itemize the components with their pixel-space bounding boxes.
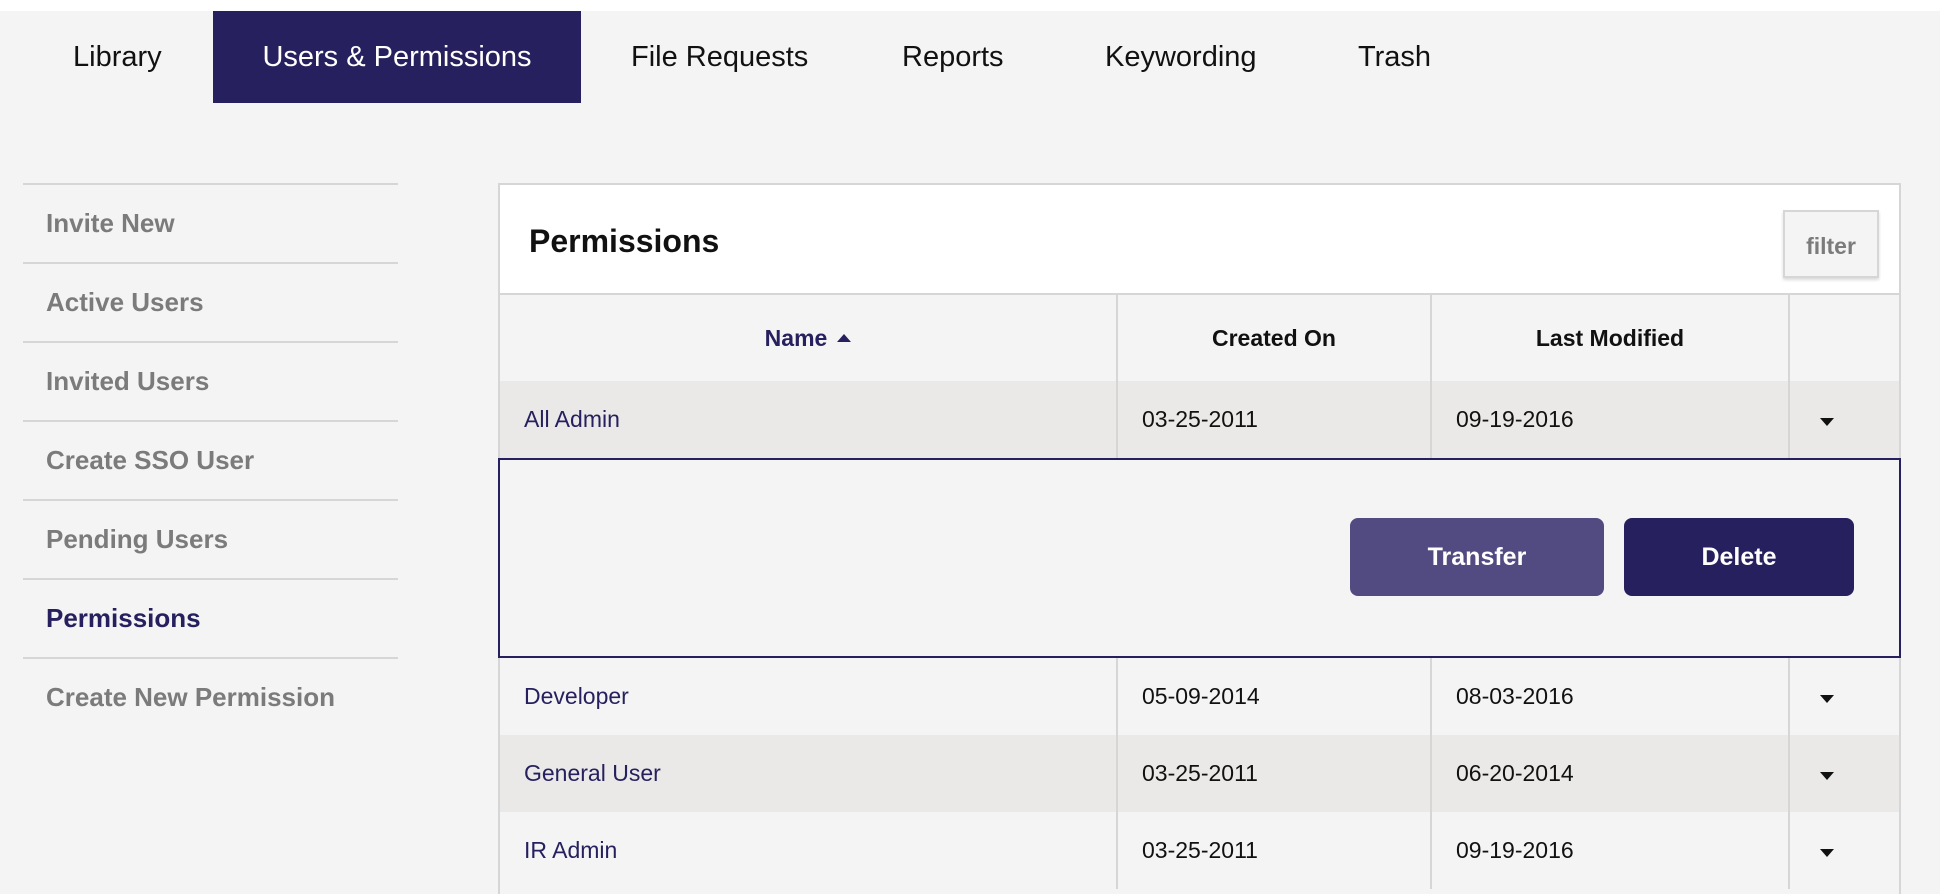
sidebar-item-invited-users[interactable]: Invited Users [23,341,398,420]
sidebar-item-invite-new[interactable]: Invite New [23,183,398,262]
row-created-on: 03-25-2011 [1118,735,1432,812]
table-row[interactable]: Developer 05-09-2014 08-03-2016 [500,658,1899,735]
table-row[interactable]: IR Admin 03-25-2011 09-19-2016 [500,812,1899,889]
chevron-down-icon[interactable] [1820,849,1834,857]
filter-button[interactable]: filter [1783,210,1879,278]
row-last-modified: 09-19-2016 [1432,381,1790,458]
column-header-name[interactable]: Name [500,295,1118,381]
sidebar-item-create-new-permission[interactable]: Create New Permission [23,657,398,736]
top-strip [0,0,1940,11]
row-actions [1790,735,1899,812]
column-header-actions [1790,295,1899,381]
table-row[interactable]: All Admin 03-25-2011 09-19-2016 [500,381,1899,458]
permissions-panel: Permissions filter Name Created On Last … [498,183,1901,894]
chevron-down-icon[interactable] [1820,772,1834,780]
row-expanded-actions: Transfer Delete [498,458,1901,658]
sidebar-item-active-users[interactable]: Active Users [23,262,398,341]
row-name[interactable]: General User [500,735,1118,812]
main-tabs: Library Users & Permissions File Request… [0,11,1940,103]
chevron-down-icon[interactable] [1820,695,1834,703]
sort-ascending-icon [837,334,852,342]
row-name[interactable]: All Admin [500,381,1118,458]
sidebar-item-pending-users[interactable]: Pending Users [23,499,398,578]
chevron-down-icon[interactable] [1820,418,1834,426]
row-created-on: 03-25-2011 [1118,381,1432,458]
row-name[interactable]: Developer [500,658,1118,735]
row-actions [1790,658,1899,735]
sidebar-item-create-sso-user[interactable]: Create SSO User [23,420,398,499]
delete-button[interactable]: Delete [1624,518,1854,596]
table-header: Name Created On Last Modified [500,295,1899,381]
row-actions [1790,812,1899,889]
sidebar: Invite New Active Users Invited Users Cr… [23,183,398,736]
column-header-name-label: Name [764,325,828,351]
tab-reports[interactable]: Reports [882,11,1024,103]
page-title: Permissions [529,223,720,259]
row-last-modified: 09-19-2016 [1432,812,1790,889]
row-last-modified: 06-20-2014 [1432,735,1790,812]
tab-users-permissions[interactable]: Users & Permissions [213,11,581,103]
tab-trash[interactable]: Trash [1338,11,1451,103]
table-row[interactable]: General User 03-25-2011 06-20-2014 [500,735,1899,812]
panel-header: Permissions filter [500,185,1899,295]
column-header-created-on[interactable]: Created On [1118,295,1432,381]
transfer-button[interactable]: Transfer [1350,518,1604,596]
row-name[interactable]: IR Admin [500,812,1118,889]
row-last-modified: 08-03-2016 [1432,658,1790,735]
row-created-on: 05-09-2014 [1118,658,1432,735]
tab-keywording[interactable]: Keywording [1085,11,1277,103]
row-actions [1790,381,1899,458]
column-header-last-modified[interactable]: Last Modified [1432,295,1790,381]
tab-library[interactable]: Library [53,11,182,103]
tab-file-requests[interactable]: File Requests [611,11,828,103]
row-created-on: 03-25-2011 [1118,812,1432,889]
sidebar-item-permissions[interactable]: Permissions [23,578,398,657]
